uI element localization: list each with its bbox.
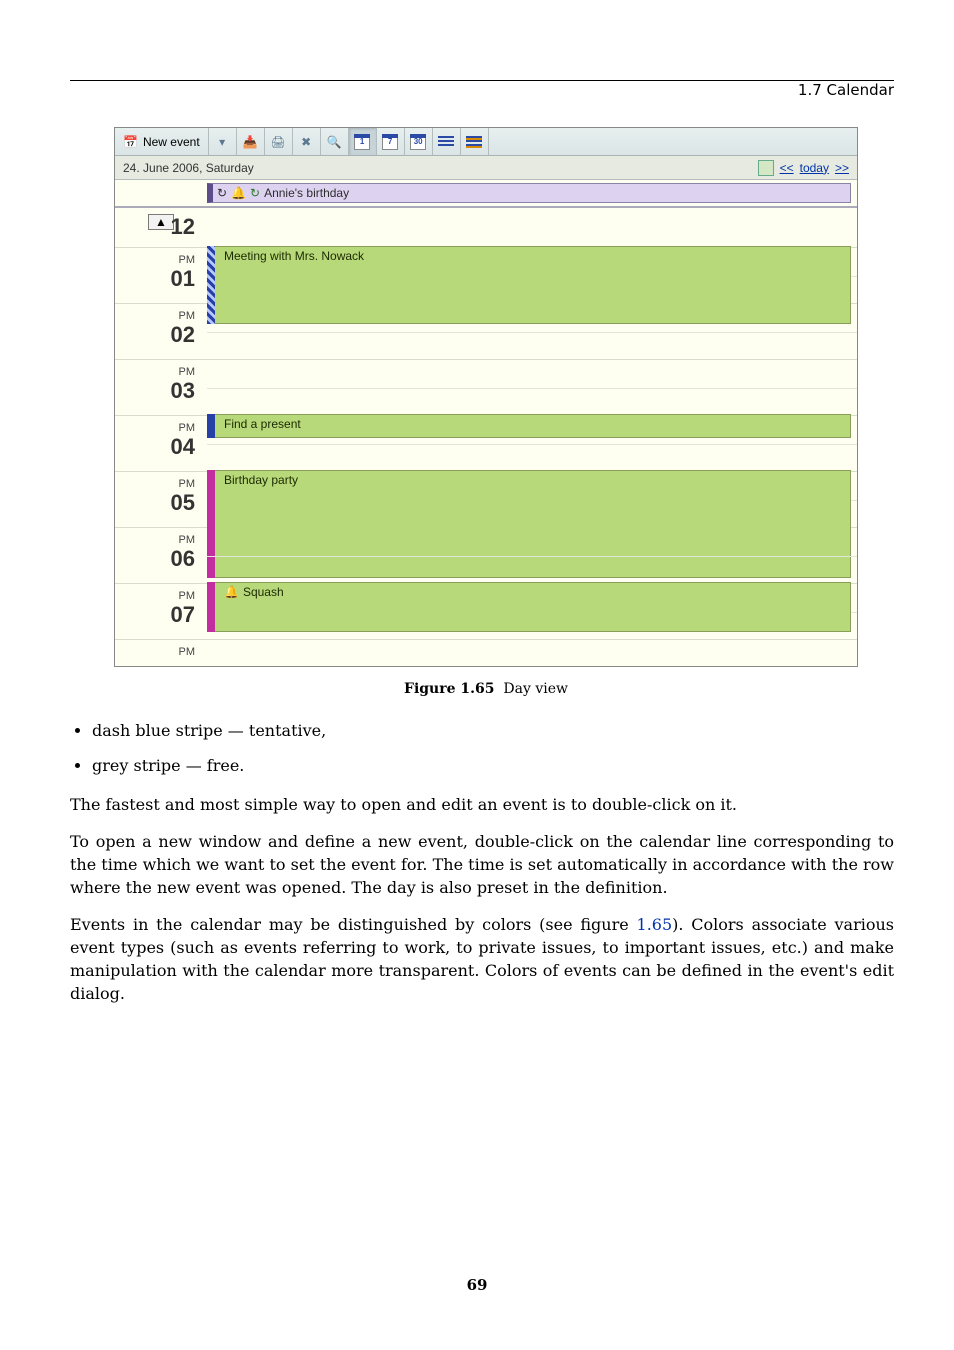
move-to-folder-icon[interactable]: 📥: [237, 128, 265, 155]
week-view-button[interactable]: 7: [377, 128, 405, 155]
day-view-button[interactable]: 1: [349, 128, 377, 155]
day-tile-icon: 1: [354, 134, 370, 150]
next-day-link[interactable]: >>: [835, 161, 849, 175]
hour-04: 04: [171, 434, 195, 459]
hour-05: 05: [171, 490, 195, 515]
new-event-button[interactable]: 📅 New event: [115, 128, 209, 155]
hour-row-02[interactable]: PM02: [115, 304, 857, 360]
list-view1-button[interactable]: [433, 128, 461, 155]
print-icon[interactable]: 🖨: [265, 128, 293, 155]
section-title: 1.7 Calendar: [798, 81, 894, 99]
hour-row-03[interactable]: PM03: [115, 360, 857, 416]
all-day-event-title: Annie's birthday: [264, 186, 349, 200]
hour-row-01[interactable]: PM01 Meeting with Mrs. Nowack: [115, 248, 857, 304]
para-3: Events in the calendar may be distinguis…: [70, 913, 894, 1005]
delete-icon[interactable]: ✖: [293, 128, 321, 155]
recurrence-icon: ↻: [217, 186, 227, 200]
hour-row-04[interactable]: PM04 Find a present: [115, 416, 857, 472]
all-day-event[interactable]: ↻ 🔔 ↻ Annie's birthday: [207, 183, 851, 203]
page: 1.7 Calendar 📅 New event ▾ 📥 🖨 ✖ 🔍 1 7 3…: [0, 0, 954, 1005]
figure-ref-link[interactable]: 1.65: [637, 915, 673, 934]
all-day-row: ↻ 🔔 ↻ Annie's birthday: [115, 180, 857, 208]
running-header: 1.7 Calendar: [70, 76, 894, 99]
toolbar: 📅 New event ▾ 📥 🖨 ✖ 🔍 1 7 30: [115, 128, 857, 156]
hour-03: 03: [171, 378, 195, 403]
hour-06: 06: [171, 546, 195, 571]
hour-row-08[interactable]: PM: [115, 640, 857, 666]
para-2: To open a new window and define a new ev…: [70, 830, 894, 899]
status-stripe-busy-icon: [207, 414, 215, 438]
hour-12: 12: [171, 214, 195, 239]
task-pane-icon[interactable]: [758, 160, 774, 176]
dropdown-arrow-icon[interactable]: ▾: [209, 128, 237, 155]
time-grid[interactable]: ▲ 12 PM01 Meeting with Mrs. Nowack: [115, 208, 857, 666]
month-tile-icon: 30: [410, 134, 426, 150]
figure-wrap: 📅 New event ▾ 📥 🖨 ✖ 🔍 1 7 30 24. June 20…: [70, 127, 894, 697]
appt-squash-title: Squash: [243, 585, 284, 599]
figure-caption-text: Day view: [503, 681, 568, 697]
hour-row-12[interactable]: 12: [115, 208, 857, 248]
prev-day-link[interactable]: <<: [780, 161, 794, 175]
hour-row-07[interactable]: PM07 🔔 Squash: [115, 584, 857, 640]
search-icon[interactable]: 🔍: [321, 128, 349, 155]
week-tile-icon: 7: [382, 134, 398, 150]
list-colored-icon: [466, 136, 482, 148]
bullet-1: dash blue stripe — tentative,: [92, 721, 894, 742]
calendar-day-view: 📅 New event ▾ 📥 🖨 ✖ 🔍 1 7 30 24. June 20…: [114, 127, 858, 667]
reminder-bell-icon: 🔔: [224, 585, 239, 599]
list-view2-button[interactable]: [461, 128, 489, 155]
hour-07: 07: [171, 602, 195, 627]
appt-squash[interactable]: 🔔 Squash: [207, 582, 851, 632]
new-event-label: New event: [143, 135, 200, 149]
para-1: The fastest and most simple way to open …: [70, 793, 894, 816]
figure-label: Figure 1.65: [404, 681, 494, 697]
current-date: 24. June 2006, Saturday: [123, 161, 254, 175]
bullet-list: dash blue stripe — tentative, grey strip…: [70, 721, 894, 777]
status-stripe-magenta2-icon: [207, 582, 215, 632]
month-view-button[interactable]: 30: [405, 128, 433, 155]
bullet-2: grey stripe — free.: [92, 756, 894, 777]
appt-party-title: Birthday party: [224, 473, 298, 487]
appt-present[interactable]: Find a present: [207, 414, 851, 438]
calendar-plus-icon: 📅: [123, 135, 138, 149]
hour-01: 01: [171, 266, 195, 291]
figure-caption: Figure 1.65 Day view: [114, 681, 858, 697]
reminder-icon: 🔔: [231, 186, 246, 200]
appt-meeting-title: Meeting with Mrs. Nowack: [224, 249, 364, 263]
hour-02: 02: [171, 322, 195, 347]
today-link[interactable]: today: [800, 161, 829, 175]
appt-present-title: Find a present: [224, 417, 301, 431]
hour-row-05[interactable]: PM05 Birthday party: [115, 472, 857, 528]
page-number: 69: [0, 1276, 954, 1294]
hour-row-06[interactable]: PM06: [115, 528, 857, 584]
refresh-icon: ↻: [250, 186, 260, 200]
date-bar: 24. June 2006, Saturday << today >>: [115, 156, 857, 180]
list-icon: [438, 136, 454, 148]
